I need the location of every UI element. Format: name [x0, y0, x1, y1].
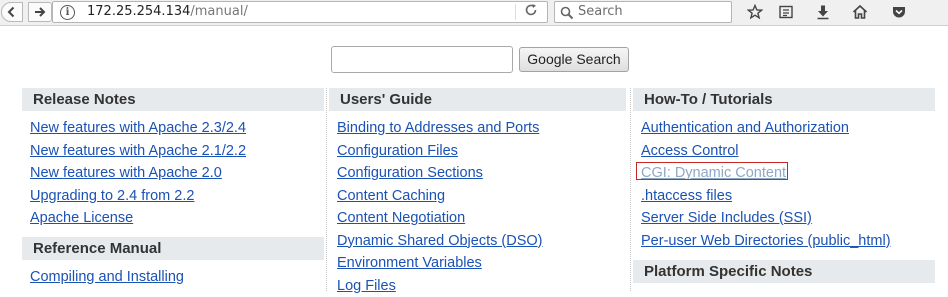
list-item: New features with Apache 2.1/2.2	[22, 139, 324, 162]
link-ssi[interactable]: Server Side Includes (SSI)	[641, 210, 812, 226]
link-dso[interactable]: Dynamic Shared Objects (DSO)	[337, 233, 542, 249]
column-middle: Users' Guide Binding to Addresses and Po…	[329, 88, 626, 294]
users-guide-list: Binding to Addresses and Ports Configura…	[329, 116, 626, 296]
link-public-html[interactable]: Per-user Web Directories (public_html)	[641, 233, 891, 249]
url-host: 172.25.254.134	[87, 4, 191, 19]
forward-arrow-icon	[35, 7, 46, 17]
url-separator	[515, 4, 516, 20]
browser-search-field[interactable]: Search	[554, 1, 732, 23]
link-environment-variables[interactable]: Environment Variables	[337, 255, 482, 271]
link-compiling-installing[interactable]: Compiling and Installing	[30, 269, 184, 285]
reload-icon[interactable]	[524, 3, 538, 21]
info-icon[interactable]: i	[60, 5, 75, 20]
star-icon[interactable]	[745, 3, 765, 21]
link-htaccess[interactable]: .htaccess files	[641, 188, 732, 204]
list-item: .htaccess files	[633, 184, 935, 207]
link-new-features-2-2[interactable]: New features with Apache 2.1/2.2	[30, 143, 246, 159]
list-item: Authentication and Authorization	[633, 116, 935, 139]
list-item: Upgrading to 2.4 from 2.2	[22, 184, 324, 207]
section-header-release-notes: Release Notes	[22, 88, 324, 111]
link-new-features-2-0[interactable]: New features with Apache 2.0	[30, 165, 222, 181]
link-log-files[interactable]: Log Files	[337, 278, 396, 294]
list-item: Environment Variables	[329, 251, 626, 274]
link-binding[interactable]: Binding to Addresses and Ports	[337, 120, 539, 136]
google-search-button[interactable]: Google Search	[519, 47, 629, 72]
url-path: /manual/	[190, 4, 248, 19]
link-upgrading-2-4[interactable]: Upgrading to 2.4 from 2.2	[30, 188, 194, 204]
link-access-control[interactable]: Access Control	[641, 143, 739, 159]
release-notes-list: New features with Apache 2.3/2.4 New fea…	[22, 116, 324, 229]
link-cgi-dynamic-content[interactable]: CGI: Dynamic Content	[641, 165, 786, 181]
link-new-features-2-4[interactable]: New features with Apache 2.3/2.4	[30, 120, 246, 136]
list-item: Access Control	[633, 139, 935, 162]
list-item: Log Files	[329, 274, 626, 297]
search-icon	[560, 5, 574, 24]
google-search-input[interactable]	[331, 46, 513, 73]
back-arrow-icon	[7, 6, 15, 18]
download-icon[interactable]	[813, 3, 833, 21]
list-item: Content Negotiation	[329, 206, 626, 229]
forward-button[interactable]	[28, 2, 52, 22]
list-item: Configuration Files	[329, 139, 626, 162]
list-item: Compiling and Installing	[22, 265, 324, 288]
list-item: Server Side Includes (SSI)	[633, 206, 935, 229]
reference-manual-list: Compiling and Installing	[22, 265, 324, 288]
section-header-platform-notes: Platform Specific Notes	[633, 260, 935, 283]
link-configuration-sections[interactable]: Configuration Sections	[337, 165, 483, 181]
column-left: Release Notes New features with Apache 2…	[22, 88, 324, 291]
link-content-caching[interactable]: Content Caching	[337, 188, 445, 204]
browser-toolbar: i 172.25.254.134/manual/ Search	[0, 0, 948, 26]
column-divider	[630, 88, 631, 291]
column-divider	[326, 88, 327, 291]
list-item: Configuration Sections	[329, 161, 626, 184]
reading-list-icon[interactable]	[776, 3, 796, 21]
search-placeholder: Search	[578, 4, 623, 19]
list-item: Binding to Addresses and Ports	[329, 116, 626, 139]
list-item: Per-user Web Directories (public_html)	[633, 229, 935, 252]
link-authentication[interactable]: Authentication and Authorization	[641, 120, 849, 136]
section-header-howto: How-To / Tutorials	[633, 88, 935, 111]
back-button[interactable]	[1, 2, 23, 22]
list-item: Dynamic Shared Objects (DSO)	[329, 229, 626, 252]
section-header-reference-manual: Reference Manual	[22, 236, 324, 260]
home-icon[interactable]	[850, 3, 870, 21]
link-apache-license[interactable]: Apache License	[30, 210, 133, 226]
list-item: Content Caching	[329, 184, 626, 207]
list-item: CGI: Dynamic Content	[633, 161, 935, 184]
section-header-users-guide: Users' Guide	[329, 88, 626, 111]
howto-list: Authentication and Authorization Access …	[633, 116, 935, 251]
list-item: Apache License	[22, 206, 324, 229]
list-item: New features with Apache 2.0	[22, 161, 324, 184]
url-bar[interactable]: i 172.25.254.134/manual/	[52, 1, 548, 23]
pocket-icon[interactable]	[889, 3, 909, 21]
column-right: How-To / Tutorials Authentication and Au…	[633, 88, 935, 291]
link-configuration-files[interactable]: Configuration Files	[337, 143, 458, 159]
list-item: New features with Apache 2.3/2.4	[22, 116, 324, 139]
link-content-negotiation[interactable]: Content Negotiation	[337, 210, 465, 226]
url-text[interactable]: 172.25.254.134/manual/	[87, 4, 248, 19]
